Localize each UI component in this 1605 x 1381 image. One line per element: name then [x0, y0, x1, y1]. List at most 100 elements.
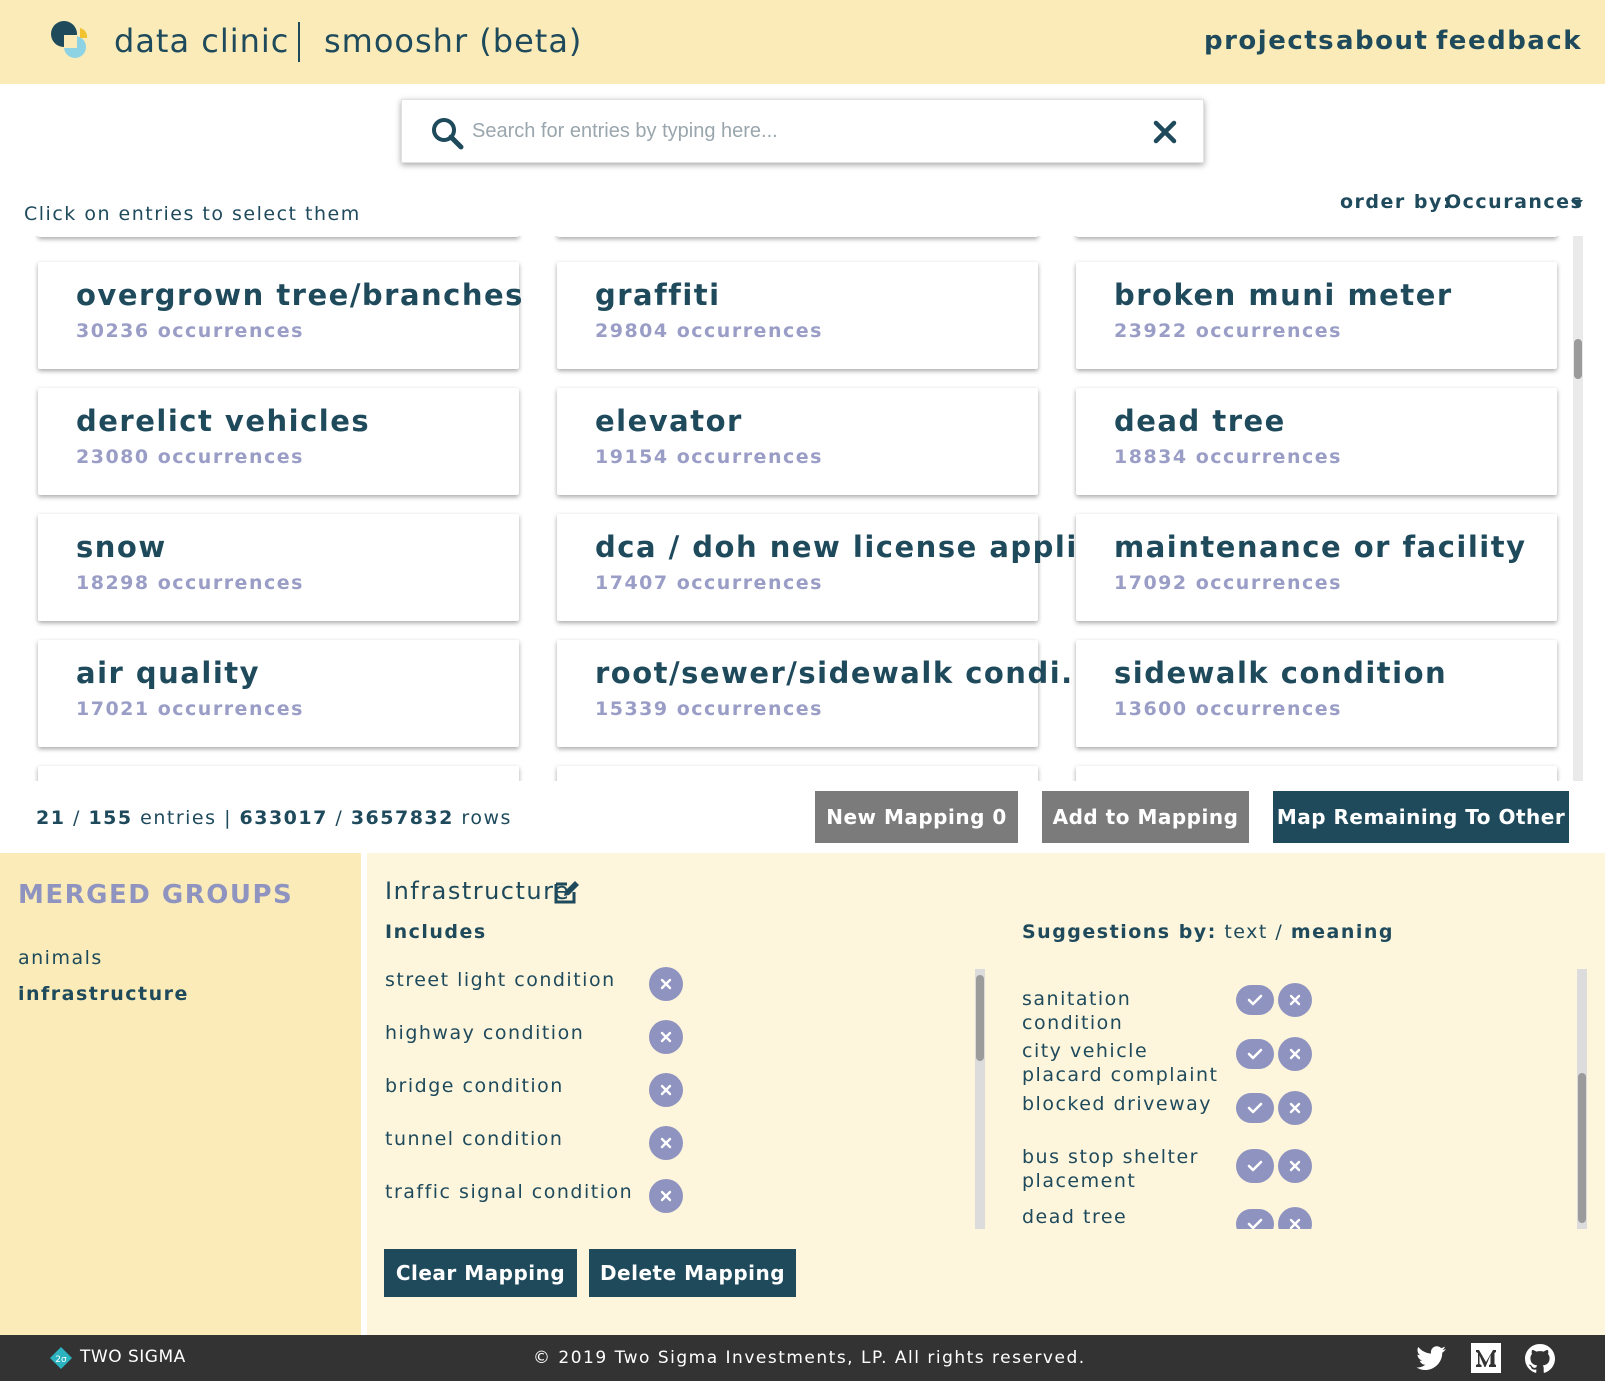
entry-card[interactable]: snow 18298 occurrences: [38, 514, 519, 621]
accept-suggestion-button[interactable]: [1236, 1209, 1274, 1229]
accept-suggestion-button[interactable]: [1236, 1039, 1274, 1069]
includes-list[interactable]: street light condition highway condition…: [367, 953, 967, 1213]
close-icon: [1289, 994, 1301, 1006]
entry-card[interactable]: air quality 17021 occurrences: [38, 640, 519, 747]
remove-include-button[interactable]: [649, 967, 683, 1001]
rows-word: rows: [461, 807, 512, 829]
suggestions-prefix: Suggestions by:: [1022, 921, 1217, 943]
selection-stats: 21 / 155 entries | 633017 / 3657832 rows: [36, 807, 512, 829]
entries-scrollbar-thumb[interactable]: [1574, 339, 1582, 379]
entry-card[interactable]: maintenance or facility 17092 occurrence…: [1076, 514, 1557, 621]
close-icon: [660, 1190, 672, 1202]
suggestions-mode-text[interactable]: text: [1224, 921, 1268, 943]
mapping-detail-panel: Infrastructure Includes street light con…: [367, 853, 1605, 1335]
entry-count: 18298 occurrences: [76, 572, 304, 594]
nav-feedback[interactable]: feedback: [1436, 26, 1582, 56]
entry-card[interactable]: root/sewer/sidewalk condi... 15339 occur…: [557, 640, 1097, 747]
entry-count: 19154 occurrences: [595, 446, 823, 468]
reject-suggestion-button[interactable]: [1278, 983, 1312, 1017]
clear-search-icon[interactable]: [1152, 119, 1178, 145]
suggestions-scrollbar-thumb[interactable]: [1578, 1073, 1586, 1223]
entry-card[interactable]: dead tree 18834 occurrences: [1076, 388, 1557, 495]
reject-suggestion-button[interactable]: [1278, 1149, 1312, 1183]
accept-suggestion-button[interactable]: [1236, 1149, 1274, 1183]
map-remaining-button[interactable]: Map Remaining To Other: [1273, 791, 1569, 843]
group-item-animals[interactable]: animals: [18, 947, 103, 969]
entry-card[interactable]: [1076, 766, 1557, 781]
check-icon: [1247, 994, 1263, 1006]
suggestions-list[interactable]: sanitation condition city vehicle placar…: [1022, 969, 1582, 1229]
entry-card[interactable]: graffiti 29804 occurrences: [557, 262, 1038, 369]
entry-card[interactable]: elevator 19154 occurrences: [557, 388, 1038, 495]
entry-card[interactable]: [557, 236, 1038, 237]
includes-scrollbar-thumb[interactable]: [976, 975, 984, 1061]
delete-mapping-button[interactable]: Delete Mapping: [589, 1249, 796, 1297]
entry-card[interactable]: [38, 236, 519, 237]
entry-title: graffiti: [595, 278, 721, 312]
entry-card[interactable]: overgrown tree/branches 30236 occurrence…: [38, 262, 522, 369]
entries-word: entries: [140, 807, 217, 829]
entry-count: 18834 occurrences: [1114, 446, 1342, 468]
app-name: smooshr (beta): [324, 22, 583, 60]
entry-card[interactable]: derelict vehicles 23080 occurrences: [38, 388, 519, 495]
reject-suggestion-button[interactable]: [1278, 1091, 1312, 1125]
include-item: traffic signal condition: [385, 1181, 634, 1203]
remove-include-button[interactable]: [649, 1020, 683, 1054]
total-entries-count: 155: [88, 807, 133, 829]
add-to-mapping-button[interactable]: Add to Mapping: [1042, 791, 1249, 843]
entry-title: root/sewer/sidewalk condi...: [595, 656, 1099, 690]
footer: 2σ TWO SIGMA © 2019 Two Sigma Investment…: [0, 1335, 1605, 1381]
close-icon: [1289, 1160, 1301, 1172]
nav-projects[interactable]: projects: [1204, 26, 1335, 56]
entry-count: 23080 occurrences: [76, 446, 304, 468]
check-icon: [1247, 1160, 1263, 1172]
caret-down-icon[interactable]: [1571, 200, 1583, 207]
close-icon: [1289, 1218, 1301, 1229]
include-item: bridge condition: [385, 1075, 564, 1097]
suggestion-item: bus stop shelter placement: [1022, 1146, 1199, 1192]
twitter-icon[interactable]: [1416, 1343, 1448, 1373]
remove-include-button[interactable]: [649, 1126, 683, 1160]
group-item-infrastructure[interactable]: infrastructure: [18, 983, 189, 1005]
medium-icon[interactable]: [1470, 1343, 1502, 1373]
entry-count: 23922 occurrences: [1114, 320, 1342, 342]
check-icon: [1247, 1048, 1263, 1060]
reject-suggestion-button[interactable]: [1278, 1207, 1312, 1229]
entries-grid[interactable]: overgrown tree/branches 30236 occurrence…: [0, 236, 1590, 781]
remove-include-button[interactable]: [649, 1073, 683, 1107]
accept-suggestion-button[interactable]: [1236, 1093, 1274, 1123]
accept-suggestion-button[interactable]: [1236, 985, 1274, 1015]
clear-mapping-button[interactable]: Clear Mapping: [384, 1249, 577, 1297]
entry-card[interactable]: [38, 766, 519, 781]
entry-title: maintenance or facility: [1114, 530, 1527, 564]
entries-scrollbar[interactable]: [1573, 236, 1583, 781]
brand-name[interactable]: data clinic: [114, 22, 289, 60]
entry-count: 29804 occurrences: [595, 320, 823, 342]
selected-rows-count: 633017: [239, 807, 328, 829]
svg-text:2σ: 2σ: [55, 1355, 67, 1365]
entry-card[interactable]: sidewalk condition 13600 occurrences: [1076, 640, 1557, 747]
entry-card[interactable]: dca / doh new license appli... 17407 occ…: [557, 514, 1114, 621]
entry-card[interactable]: [557, 766, 1038, 781]
entry-card[interactable]: [1076, 236, 1557, 237]
close-icon: [660, 1084, 672, 1096]
github-icon[interactable]: [1524, 1343, 1556, 1373]
edit-icon[interactable]: [553, 879, 581, 905]
reject-suggestion-button[interactable]: [1278, 1037, 1312, 1071]
suggestions-mode-meaning[interactable]: meaning: [1291, 921, 1394, 943]
data-clinic-logo-icon[interactable]: [46, 18, 92, 64]
remove-include-button[interactable]: [649, 1179, 683, 1213]
search-input[interactable]: [472, 114, 1112, 148]
search-box: [401, 99, 1204, 163]
entry-count: 30236 occurrences: [76, 320, 304, 342]
entry-title: overgrown tree/branches: [76, 278, 524, 312]
new-mapping-button[interactable]: New Mapping 0: [815, 791, 1018, 843]
entry-title: broken muni meter: [1114, 278, 1453, 312]
entry-title: snow: [76, 530, 167, 564]
nav-about[interactable]: about: [1336, 26, 1428, 56]
entry-count: 17092 occurrences: [1114, 572, 1342, 594]
copyright-text: © 2019 Two Sigma Investments, LP. All ri…: [533, 1348, 1086, 1368]
order-by-dropdown[interactable]: Occurances: [1445, 191, 1583, 213]
entry-count: 17021 occurrences: [76, 698, 304, 720]
entry-card[interactable]: broken muni meter 23922 occurrences: [1076, 262, 1557, 369]
